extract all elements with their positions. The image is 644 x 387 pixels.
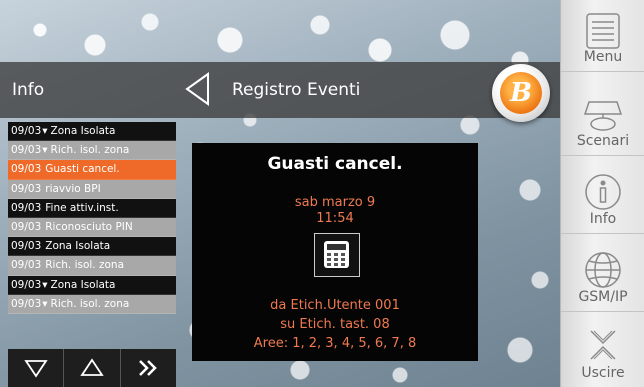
event-detail-user: da Etich.Utente 001 (270, 298, 400, 313)
keypad-icon (314, 233, 360, 277)
event-text: riavvio BPI (45, 182, 101, 195)
event-text: Fine attiv.inst. (45, 201, 119, 214)
event-text: Zona Isolata (50, 278, 116, 291)
event-row[interactable]: 09/03▾ Rich. isol. zona (8, 294, 176, 314)
section-label: Info (12, 80, 45, 100)
event-list: 09/03▾ Zona Isolata 09/03▾ Rich. isol. zona… (8, 122, 176, 334)
event-text: Riconosciuto PIN (45, 220, 133, 233)
next-page-button[interactable] (121, 349, 176, 387)
info-label: Info (589, 211, 617, 227)
close-x-icon (590, 330, 616, 360)
event-marker-icon: ▾ (42, 278, 48, 291)
gsm-ip-label: GSM/IP (578, 289, 628, 305)
menu-label: Menu (583, 49, 623, 65)
event-date: 09/03 (11, 297, 42, 310)
scroll-down-button[interactable] (8, 349, 65, 387)
event-detail-areas: Aree: 1, 2, 3, 4, 5, 6, 7, 8 (253, 336, 417, 351)
event-text: Guasti cancel. (45, 163, 120, 176)
event-detail-time: 11:54 (316, 211, 354, 226)
exit-button[interactable]: Uscire (561, 315, 644, 387)
event-date: 09/03 (11, 163, 42, 176)
event-date: 09/03 (11, 220, 42, 233)
event-row[interactable]: 09/03▾ Zona Isolata (8, 122, 176, 142)
scenario-icon (583, 101, 623, 131)
event-text: Zona Isolata (50, 125, 116, 137)
event-detail-panel: Guasti cancel. sab marzo 9 11:54 da Etic… (192, 143, 478, 361)
event-row[interactable]: 09/03 Fine attiv.inst. (8, 198, 176, 218)
menu-button[interactable]: Menu (561, 0, 644, 72)
event-row[interactable]: 09/03 riavvio BPI (8, 179, 176, 199)
event-date: 09/03 (11, 201, 42, 214)
list-navigation (8, 349, 176, 387)
back-arrow-icon[interactable] (184, 72, 210, 106)
event-date: 09/03 (11, 259, 42, 272)
event-date: 09/03 (11, 240, 42, 253)
event-text: Zona Isolata (45, 240, 111, 253)
scenari-label: Scenari (576, 133, 630, 149)
event-text: Rich. isol. zona (50, 144, 130, 157)
double-chevron-right-icon (139, 360, 158, 376)
info-icon (585, 174, 621, 210)
menu-list-icon (586, 13, 620, 49)
exit-label: Uscire (581, 365, 625, 381)
globe-icon (585, 252, 621, 288)
gsm-ip-button[interactable]: GSM/IP (561, 240, 644, 312)
triangle-up-icon (80, 358, 104, 376)
event-row[interactable]: 09/03 Zona Isolata (8, 237, 176, 257)
info-button[interactable]: Info (561, 162, 644, 234)
event-date: 09/03 (11, 144, 42, 157)
event-row[interactable]: 09/03 Guasti cancel. (8, 160, 176, 180)
event-date: 09/03 (11, 182, 42, 195)
event-marker-icon: ▾ (42, 125, 48, 137)
event-marker-icon: ▾ (42, 297, 48, 310)
event-text: Rich. isol. zona (45, 259, 125, 272)
event-date: 09/03 (11, 278, 42, 291)
event-marker-icon: ▾ (42, 144, 48, 157)
event-row[interactable]: 09/03 Rich. isol. zona (8, 256, 176, 276)
page-title: Registro Eventi (232, 80, 361, 100)
triangle-down-icon (23, 360, 48, 378)
event-row[interactable]: 09/03 Riconosciuto PIN (8, 217, 176, 238)
brand-logo-mark: B (500, 72, 542, 114)
event-row[interactable]: 09/03▾ Rich. isol. zona (8, 141, 176, 161)
event-detail-keypad: su Etich. tast. 08 (280, 317, 390, 332)
event-text: Rich. isol. zona (50, 297, 130, 310)
event-date: 09/03 (11, 125, 42, 137)
sidebar: Menu Scenari Info GSM/IP Uscire (560, 0, 644, 387)
event-row[interactable]: 09/03▾ Zona Isolata (8, 275, 176, 295)
brand-logo: B (492, 64, 550, 122)
event-detail-date: sab marzo 9 (294, 195, 376, 210)
scenari-button[interactable]: Scenari (561, 84, 644, 156)
scroll-up-button[interactable] (64, 349, 121, 387)
event-detail-title: Guasti cancel. (267, 154, 403, 174)
